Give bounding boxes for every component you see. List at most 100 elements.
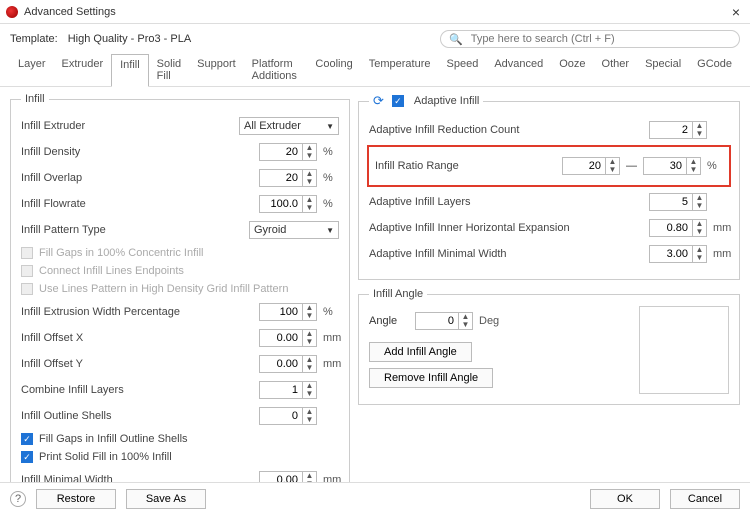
step-down-icon[interactable]: ▼ bbox=[303, 364, 316, 372]
adaptive-layers-stepper[interactable]: ▲▼ bbox=[649, 193, 707, 211]
ratio-low-input[interactable] bbox=[563, 160, 605, 172]
close-icon[interactable]: × bbox=[728, 4, 744, 20]
refresh-icon[interactable]: ⟳ bbox=[373, 93, 384, 109]
infill-flowrate-input[interactable] bbox=[260, 198, 302, 210]
save-as-button[interactable]: Save As bbox=[126, 489, 206, 509]
restore-button[interactable]: Restore bbox=[36, 489, 116, 509]
outline-shells-input[interactable] bbox=[260, 410, 302, 422]
add-angle-button[interactable]: Add Infill Angle bbox=[369, 342, 472, 362]
help-icon[interactable]: ? bbox=[10, 491, 26, 507]
infill-density-input[interactable] bbox=[260, 146, 302, 158]
infill-flowrate-stepper[interactable]: ▲▼ bbox=[259, 195, 317, 213]
ratio-high-stepper[interactable]: ▲▼ bbox=[643, 157, 701, 175]
angle-input[interactable] bbox=[416, 315, 458, 327]
step-down-icon[interactable]: ▼ bbox=[303, 178, 316, 186]
offset-x-input[interactable] bbox=[260, 332, 302, 344]
template-label: Template: bbox=[10, 33, 58, 45]
ratio-high-input[interactable] bbox=[644, 160, 686, 172]
search-input[interactable] bbox=[469, 32, 731, 46]
tab-platform-additions[interactable]: Platform Additions bbox=[244, 54, 308, 86]
tab-advanced[interactable]: Advanced bbox=[486, 54, 551, 86]
step-down-icon[interactable]: ▼ bbox=[693, 130, 706, 138]
lines-pattern-grid-checkbox[interactable]: Use Lines Pattern in High Density Grid I… bbox=[21, 283, 339, 295]
angle-list[interactable] bbox=[639, 306, 729, 394]
ok-button[interactable]: OK bbox=[590, 489, 660, 509]
tab-cooling[interactable]: Cooling bbox=[307, 54, 360, 86]
fill-gaps-outline-checkbox[interactable]: ✓ Fill Gaps in Infill Outline Shells bbox=[21, 433, 339, 445]
tab-ooze[interactable]: Ooze bbox=[551, 54, 593, 86]
horizontal-expansion-stepper[interactable]: ▲▼ bbox=[649, 219, 707, 237]
tab-solid-fill[interactable]: Solid Fill bbox=[149, 54, 189, 86]
tab-other[interactable]: Other bbox=[594, 54, 638, 86]
combine-layers-stepper[interactable]: ▲▼ bbox=[259, 381, 317, 399]
step-down-icon[interactable]: ▼ bbox=[303, 390, 316, 398]
adaptive-infill-legend: Adaptive Infill bbox=[414, 95, 479, 107]
tab-temperature[interactable]: Temperature bbox=[361, 54, 439, 86]
step-down-icon[interactable]: ▼ bbox=[303, 204, 316, 212]
infill-density-stepper[interactable]: ▲▼ bbox=[259, 143, 317, 161]
top-row: Template: High Quality - Pro3 - PLA 🔍 bbox=[0, 24, 750, 54]
step-down-icon[interactable]: ▼ bbox=[303, 416, 316, 424]
infill-pattern-value: Gyroid bbox=[254, 224, 286, 236]
step-down-icon[interactable]: ▼ bbox=[303, 312, 316, 320]
extrusion-width-stepper[interactable]: ▲▼ bbox=[259, 303, 317, 321]
adaptive-minimal-width-input[interactable] bbox=[650, 248, 692, 260]
cancel-button[interactable]: Cancel bbox=[670, 489, 740, 509]
connect-infill-lines-checkbox[interactable]: Connect Infill Lines Endpoints bbox=[21, 265, 339, 277]
angle-unit: Deg bbox=[479, 315, 503, 327]
offset-x-stepper[interactable]: ▲▼ bbox=[259, 329, 317, 347]
adaptive-layers-label: Adaptive Infill Layers bbox=[369, 196, 643, 208]
offset-y-input[interactable] bbox=[260, 358, 302, 370]
tab-special[interactable]: Special bbox=[637, 54, 689, 86]
ratio-unit: % bbox=[707, 160, 723, 172]
tab-layer[interactable]: Layer bbox=[10, 54, 54, 86]
tab-speed[interactable]: Speed bbox=[439, 54, 487, 86]
tab-infill[interactable]: Infill bbox=[111, 54, 149, 87]
angle-label: Angle bbox=[369, 315, 409, 327]
tab-gcode[interactable]: GCode bbox=[689, 54, 740, 86]
ratio-low-stepper[interactable]: ▲▼ bbox=[562, 157, 620, 175]
step-down-icon[interactable]: ▼ bbox=[459, 321, 472, 329]
footer: ? Restore Save As OK Cancel bbox=[0, 482, 750, 515]
extrusion-width-input[interactable] bbox=[260, 306, 302, 318]
chevron-down-icon: ▼ bbox=[326, 226, 334, 235]
step-down-icon[interactable]: ▼ bbox=[693, 254, 706, 262]
adaptive-infill-group: ⟳ ✓ Adaptive Infill Adaptive Infill Redu… bbox=[358, 93, 740, 280]
step-down-icon[interactable]: ▼ bbox=[606, 166, 619, 174]
step-down-icon[interactable]: ▼ bbox=[693, 228, 706, 236]
infill-density-unit: % bbox=[323, 146, 339, 158]
offset-y-unit: mm bbox=[323, 358, 339, 370]
ratio-range-highlight: Infill Ratio Range ▲▼ — ▲▼ % bbox=[367, 145, 731, 187]
lines-pattern-grid-label: Use Lines Pattern in High Density Grid I… bbox=[39, 283, 288, 295]
adaptive-layers-input[interactable] bbox=[650, 196, 692, 208]
reduction-count-stepper[interactable]: ▲▼ bbox=[649, 121, 707, 139]
step-down-icon[interactable]: ▼ bbox=[303, 338, 316, 346]
infill-angle-group: Infill Angle Angle ▲▼ Deg Add Infill Ang… bbox=[358, 288, 740, 405]
checkbox-checked-icon[interactable]: ✓ bbox=[392, 95, 404, 107]
solid-fill-100-checkbox[interactable]: ✓ Print Solid Fill in 100% Infill bbox=[21, 451, 339, 463]
outline-shells-stepper[interactable]: ▲▼ bbox=[259, 407, 317, 425]
combine-layers-input[interactable] bbox=[260, 384, 302, 396]
infill-extruder-select[interactable]: All Extruder ▼ bbox=[239, 117, 339, 135]
connect-infill-lines-label: Connect Infill Lines Endpoints bbox=[39, 265, 184, 277]
offset-y-stepper[interactable]: ▲▼ bbox=[259, 355, 317, 373]
infill-overlap-input[interactable] bbox=[260, 172, 302, 184]
tab-support[interactable]: Support bbox=[189, 54, 244, 86]
fill-gaps-concentric-checkbox[interactable]: Fill Gaps in 100% Concentric Infill bbox=[21, 247, 339, 259]
horizontal-expansion-input[interactable] bbox=[650, 222, 692, 234]
infill-overlap-stepper[interactable]: ▲▼ bbox=[259, 169, 317, 187]
infill-pattern-select[interactable]: Gyroid ▼ bbox=[249, 221, 339, 239]
window-title: Advanced Settings bbox=[24, 6, 116, 18]
step-down-icon[interactable]: ▼ bbox=[303, 152, 316, 160]
tab-extruder[interactable]: Extruder bbox=[54, 54, 112, 86]
step-down-icon[interactable]: ▼ bbox=[693, 202, 706, 210]
step-down-icon[interactable]: ▼ bbox=[687, 166, 700, 174]
infill-group: Infill Infill Extruder All Extruder ▼ In… bbox=[10, 93, 350, 506]
search-box[interactable]: 🔍 bbox=[440, 30, 740, 48]
reduction-count-input[interactable] bbox=[650, 124, 692, 136]
adaptive-minimal-width-stepper[interactable]: ▲▼ bbox=[649, 245, 707, 263]
remove-angle-button[interactable]: Remove Infill Angle bbox=[369, 368, 493, 388]
template-value: High Quality - Pro3 - PLA bbox=[68, 33, 192, 45]
angle-stepper[interactable]: ▲▼ bbox=[415, 312, 473, 330]
checkbox-checked-icon: ✓ bbox=[21, 451, 33, 463]
